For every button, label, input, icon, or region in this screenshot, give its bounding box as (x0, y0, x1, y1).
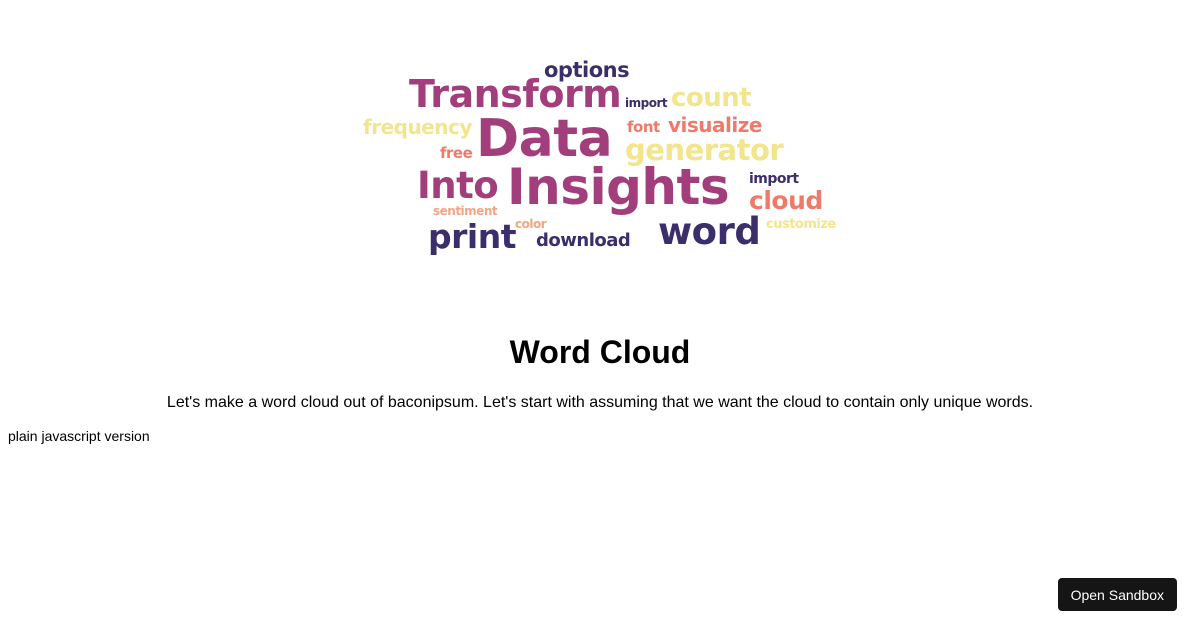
open-sandbox-button[interactable]: Open Sandbox (1057, 578, 1177, 611)
cloud-word-color: color (515, 217, 547, 231)
plain-javascript-version-link[interactable]: plain javascript version (8, 428, 150, 444)
cloud-word-cloud: cloud (749, 186, 823, 215)
cloud-word-visualize: visualize (668, 113, 762, 137)
cloud-word-print: print (428, 217, 516, 256)
cloud-word-transform: Transform (409, 72, 622, 116)
cloud-word-insights: Insights (507, 158, 730, 216)
cloud-word-count: count (671, 83, 752, 113)
cloud-word-import-2: import (749, 171, 799, 187)
cloud-word-download: download (536, 230, 631, 251)
cloud-word-into: Into (417, 164, 499, 207)
cloud-word-import: import (625, 96, 668, 110)
page: options Transform import count frequency… (0, 0, 1200, 630)
cloud-word-sentiment: sentiment (433, 204, 498, 218)
page-title: Word Cloud (509, 334, 691, 370)
cloud-word-frequency: frequency (363, 115, 472, 139)
intro-text: Let's make a word cloud out of baconipsu… (166, 394, 1034, 411)
word-cloud-image: options Transform import count frequency… (0, 0, 1200, 280)
cloud-word-customize: customize (766, 217, 836, 232)
cloud-word-word: word (658, 210, 761, 253)
cloud-word-free: free (440, 144, 473, 162)
